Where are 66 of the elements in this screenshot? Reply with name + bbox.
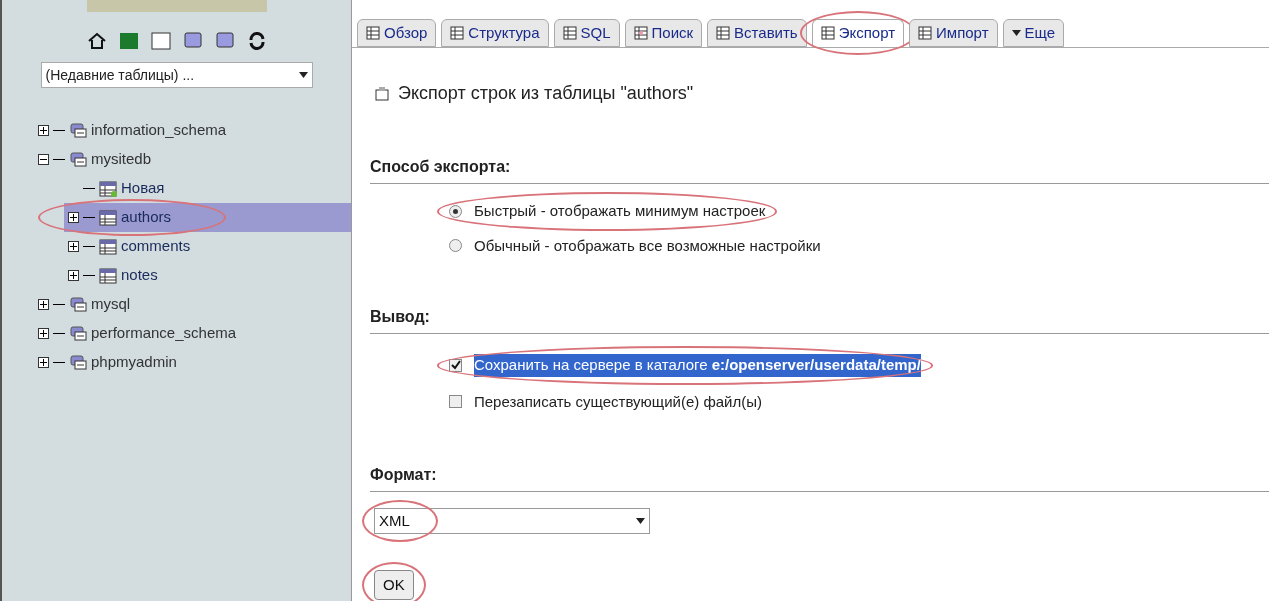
tab-icon: [716, 26, 731, 40]
expand-icon[interactable]: [68, 212, 79, 223]
caret-icon: [636, 518, 645, 524]
tree-label: authors: [121, 207, 172, 228]
page-heading: Экспорт строк из таблицы "authors": [398, 82, 694, 105]
checkbox[interactable]: [449, 395, 462, 409]
section-title: Способ экспорта:: [370, 155, 1269, 184]
table-icon: [99, 180, 117, 197]
tree-label: phpmyadmin: [91, 352, 177, 373]
tree-label: mysql: [91, 294, 131, 315]
checkbox-label: Перезаписать существующий(е) файл(ы): [474, 391, 763, 412]
ok-button[interactable]: OK: [374, 570, 414, 600]
tree-item[interactable]: performance_schema: [34, 319, 351, 348]
tree-item[interactable]: mysql: [34, 290, 351, 319]
tree-label: notes: [121, 265, 158, 286]
expand-icon[interactable]: [38, 125, 49, 136]
checkbox[interactable]: [449, 358, 462, 372]
tab[interactable]: Вставить: [707, 19, 807, 47]
export-icon: [374, 85, 390, 102]
table-icon: [99, 238, 117, 255]
expand-icon[interactable]: [38, 328, 49, 339]
radio-button[interactable]: [449, 239, 462, 253]
tree-item[interactable]: Новая: [64, 174, 351, 203]
tree-item[interactable]: comments: [64, 232, 351, 261]
radio-label: Обычный - отображать все возможные настройки: [474, 235, 821, 256]
radio-label: Быстрый - отображать минимум настроек: [474, 201, 766, 221]
tab[interactable]: Импорт: [909, 19, 998, 47]
expand-icon[interactable]: [68, 241, 79, 252]
tree-item[interactable]: information_schema: [34, 116, 351, 145]
tab-icon: [633, 26, 648, 40]
recent-tables-dropdown[interactable]: (Недавние таблицы) ...: [40, 62, 313, 88]
tree-item[interactable]: phpmyadmin: [34, 348, 351, 377]
tab[interactable]: Поиск: [624, 19, 703, 47]
tab-icon: [450, 26, 465, 40]
expand-icon[interactable]: [38, 299, 49, 310]
tree-label: mysitedb: [91, 149, 152, 170]
tab[interactable]: Еще: [1002, 19, 1065, 47]
tab-icon: [366, 26, 380, 40]
table-icon: [99, 209, 117, 226]
caret-icon: [298, 72, 308, 78]
table-icon: [99, 267, 117, 284]
tree-label: performance_schema: [91, 323, 237, 344]
tree-label: comments: [121, 236, 191, 257]
tab-icon: [820, 26, 835, 40]
expand-icon[interactable]: [68, 270, 79, 281]
tree-label: information_schema: [91, 120, 227, 141]
tab-icon: [562, 26, 577, 40]
tab[interactable]: Структура: [441, 19, 549, 47]
tree-item[interactable]: notes: [64, 261, 351, 290]
tree-item[interactable]: mysitedb: [34, 145, 351, 174]
expand-icon[interactable]: [38, 357, 49, 368]
section-title: Вывод:: [370, 305, 1269, 334]
tree-label: Новая: [121, 178, 165, 199]
format-dropdown[interactable]: XML: [374, 508, 650, 534]
checkbox-label: Сохранить на сервере в каталоге e:/openserver/userdata/temp/: [474, 354, 921, 377]
collapse-icon[interactable]: [38, 154, 49, 165]
tree-item[interactable]: authors: [64, 203, 351, 232]
reload-icon[interactable]: [246, 32, 267, 50]
home-icon[interactable]: [86, 32, 107, 50]
caret-icon: [1011, 30, 1021, 36]
tab[interactable]: Обзор: [357, 19, 437, 47]
radio-button[interactable]: [449, 204, 462, 218]
tab-icon: [918, 26, 933, 40]
section-title: Формат:: [370, 463, 1269, 492]
tab[interactable]: Экспорт: [811, 19, 905, 47]
tab[interactable]: SQL: [553, 19, 620, 47]
